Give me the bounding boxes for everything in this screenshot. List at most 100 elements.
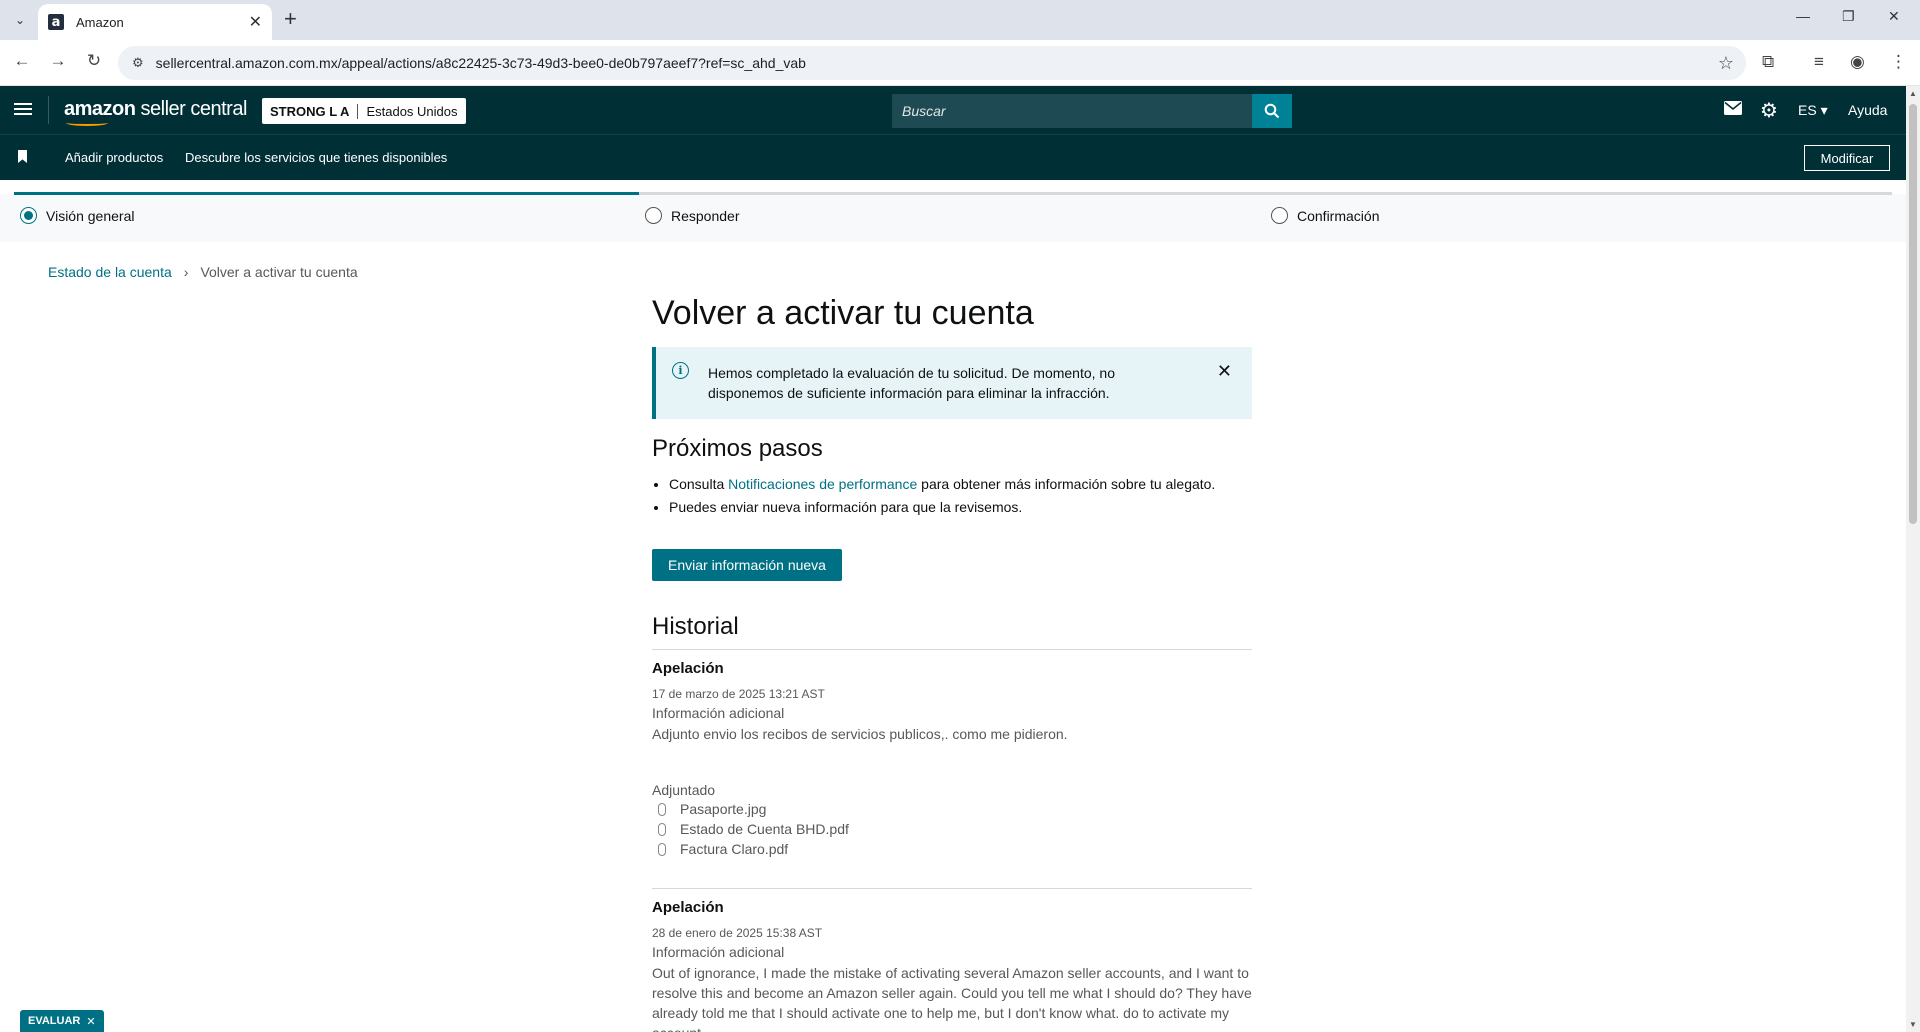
scroll-down-icon[interactable]: ▼: [1909, 1020, 1917, 1029]
submit-new-info-button[interactable]: Enviar información nueva: [652, 549, 842, 581]
appeal-title: Apelación: [652, 899, 724, 916]
step-overview-label: Visión general: [46, 207, 135, 224]
info-alert: i Hemos completado la evaluación de tu s…: [652, 347, 1252, 419]
next-steps-list: Consulta Notificaciones de performance p…: [652, 473, 1252, 519]
attachment-filename[interactable]: Pasaporte.jpg: [680, 800, 766, 818]
page-title: Volver a activar tu cuenta: [652, 294, 1034, 332]
account-region: Estados Unidos: [366, 103, 458, 119]
discover-services-link[interactable]: Descubre los servicios que tienes dispon…: [185, 150, 447, 165]
breadcrumb-account-status-link[interactable]: Estado de la cuenta: [48, 264, 172, 280]
appeal-title: Apelación: [652, 660, 724, 677]
attachment-file[interactable]: Pasaporte.jpg: [652, 800, 1252, 818]
new-tab-icon[interactable]: +: [284, 8, 297, 30]
progress-track: [14, 192, 1892, 195]
mail-icon[interactable]: [1724, 100, 1742, 120]
alert-text: Hemos completado la evaluación de tu sol…: [708, 365, 1115, 401]
search-bar: [892, 94, 1292, 128]
step1-prefix: Consulta: [669, 476, 729, 492]
step-confirmation-label: Confirmación: [1297, 207, 1380, 224]
language-selector[interactable]: ES ▾: [1798, 102, 1828, 119]
step-confirmation: Confirmación: [1271, 207, 1379, 224]
breadcrumb-chevron-icon: ›: [183, 264, 189, 280]
list-item: Puedes enviar nueva información para que…: [669, 496, 1252, 519]
step-overview: Visión general: [20, 207, 134, 224]
hamburger-menu-icon[interactable]: [14, 100, 32, 118]
step-overview-radio: [20, 207, 37, 224]
close-badge-icon[interactable]: ✕: [86, 1015, 95, 1028]
account-switcher[interactable]: STRONG L A Estados Unidos: [262, 98, 466, 124]
browser-menu-icon[interactable]: ⋮: [1890, 52, 1907, 72]
close-tab-icon[interactable]: ✕: [249, 12, 262, 32]
paperclip-icon: [658, 822, 666, 836]
history-entry: Apelación 17 de marzo de 2025 13:21 AST …: [652, 650, 1252, 889]
scroll-thumb[interactable]: [1909, 104, 1917, 524]
step-confirmation-radio: [1271, 207, 1288, 224]
forward-icon[interactable]: →: [46, 51, 70, 71]
step1-suffix: para obtener más información sobre tu al…: [917, 476, 1216, 492]
appeal-text: Out of ignorance, I made the mistake of …: [652, 965, 1252, 1032]
attachment-file[interactable]: Estado de Cuenta BHD.pdf: [652, 820, 1252, 838]
restore-icon[interactable]: ❐: [1842, 8, 1855, 25]
breadcrumb: Estado de la cuenta › Volver a activar t…: [48, 264, 358, 280]
attachment-filename[interactable]: Factura Claro.pdf: [680, 840, 788, 858]
settings-gear-icon[interactable]: ⚙: [1760, 98, 1778, 123]
bookmark-icon[interactable]: [18, 150, 27, 163]
list-item: Consulta Notificaciones de performance p…: [669, 473, 1252, 496]
appeal-info-label: Información adicional: [652, 944, 785, 960]
step2-text: Puedes enviar nueva información para que…: [669, 499, 1023, 515]
main-content: Volver a activar tu cuenta i Hemos compl…: [652, 292, 1252, 1032]
back-icon[interactable]: ←: [10, 51, 34, 71]
next-steps-heading: Próximos pasos: [652, 435, 823, 462]
profile-icon[interactable]: ◉: [1850, 52, 1865, 72]
site-info-icon[interactable]: ⚙: [132, 55, 144, 71]
bookmark-star-icon[interactable]: ☆: [1718, 53, 1734, 74]
progress-fill: [14, 192, 640, 195]
page-scrollbar[interactable]: ▲ ▼: [1906, 86, 1920, 1032]
breadcrumb-current: Volver a activar tu cuenta: [200, 264, 358, 280]
evaluate-badge[interactable]: EVALUAR ✕: [20, 1010, 104, 1032]
search-input[interactable]: [892, 94, 1252, 128]
logo-sub-text: seller central: [135, 98, 248, 120]
amazon-smile-icon: [66, 120, 108, 126]
appeal-date: 28 de enero de 2025 15:38 AST: [652, 926, 823, 940]
attachment-file[interactable]: Factura Claro.pdf: [652, 840, 1252, 858]
amazon-seller-central-logo[interactable]: amazon seller central: [64, 98, 247, 121]
attachment-filename[interactable]: Estado de Cuenta BHD.pdf: [680, 820, 849, 838]
browser-tab[interactable]: a Amazon ✕: [38, 4, 272, 40]
extensions-icon[interactable]: ⧉: [1762, 52, 1774, 72]
url-text[interactable]: sellercentral.amazon.com.mx/appeal/actio…: [156, 55, 1718, 71]
amazon-favicon-icon: a: [48, 14, 64, 30]
search-icon: [1264, 103, 1280, 119]
search-button[interactable]: [1252, 94, 1292, 128]
info-icon: i: [672, 362, 689, 379]
add-products-link[interactable]: Añadir productos: [65, 150, 163, 165]
minimize-icon[interactable]: —: [1796, 8, 1810, 24]
history-entry: Apelación 28 de enero de 2025 15:38 AST …: [652, 889, 1252, 1032]
help-link[interactable]: Ayuda: [1848, 102, 1887, 118]
appeal-text: Adjunto envio los recibos de servicios p…: [652, 726, 1068, 742]
browser-tab-bar: ⌄ a Amazon ✕ + — ❐ ✕: [0, 0, 1920, 40]
appeal-date: 17 de marzo de 2025 13:21 AST: [652, 687, 825, 701]
paperclip-icon: [658, 802, 666, 816]
account-name: STRONG L A: [262, 103, 359, 119]
appeal-stepper: Visión general Responder Confirmación: [14, 190, 1892, 244]
tab-search-chevron-icon[interactable]: ⌄: [10, 10, 30, 30]
logo-main-text: amazon: [64, 98, 136, 120]
step-respond-label: Responder: [671, 207, 740, 224]
seller-central-subnav: Añadir productos Descubre los servicios …: [0, 134, 1906, 180]
performance-notifications-link[interactable]: Notificaciones de performance: [728, 476, 917, 492]
step-respond-radio: [645, 207, 662, 224]
history-heading: Historial: [652, 613, 1252, 650]
header-divider: [48, 96, 49, 124]
reload-icon[interactable]: ↻: [82, 51, 106, 71]
tab-title: Amazon: [76, 14, 124, 30]
attached-label: Adjuntado: [652, 782, 716, 798]
media-control-icon[interactable]: ≡: [1814, 52, 1824, 72]
seller-central-header: amazon seller central STRONG L A Estados…: [0, 86, 1906, 134]
modify-button[interactable]: Modificar: [1804, 145, 1890, 171]
scroll-up-icon[interactable]: ▲: [1909, 89, 1917, 98]
close-alert-icon[interactable]: ✕: [1217, 361, 1232, 381]
close-window-icon[interactable]: ✕: [1888, 8, 1900, 25]
step-respond: Responder: [645, 207, 740, 224]
omnibox[interactable]: ⚙ sellercentral.amazon.com.mx/appeal/act…: [118, 46, 1746, 80]
